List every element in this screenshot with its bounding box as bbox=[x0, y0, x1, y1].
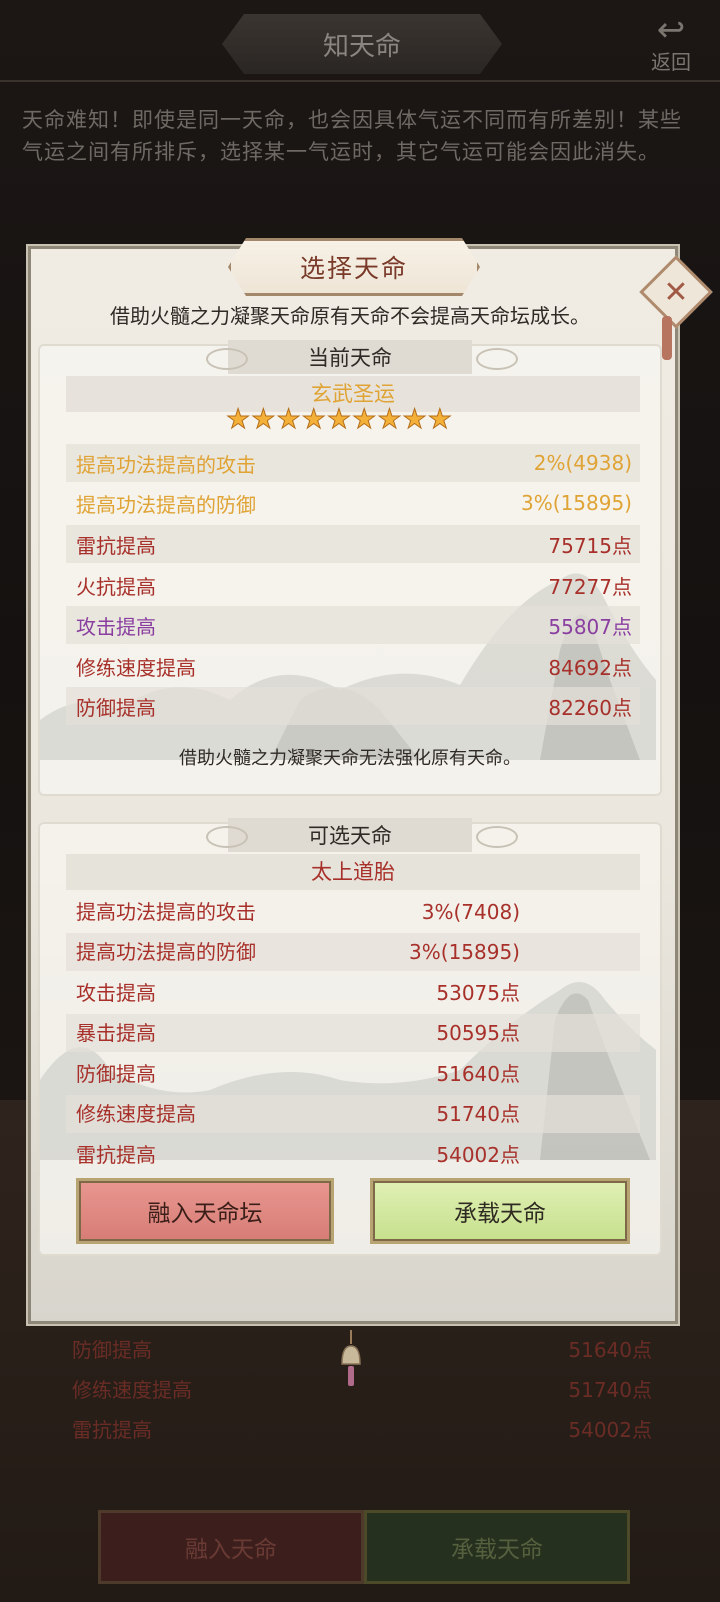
optional-stat-row: 提高功法提高的攻击 3%(7408) bbox=[66, 893, 640, 931]
star-rating: ★ ★ ★ ★ ★ ★ ★ ★ ★ bbox=[225, 404, 482, 435]
merge-into-altar-button[interactable]: 融入天命坛 bbox=[76, 1178, 334, 1244]
back-arrow-icon: ↩ bbox=[656, 10, 686, 50]
stat-label: 防御提高 bbox=[76, 695, 156, 720]
bell-ornament-icon bbox=[341, 1330, 361, 1386]
star-icon: ★ bbox=[402, 404, 427, 435]
optional-stat-row: 攻击提高 53075点 bbox=[66, 974, 640, 1012]
current-stat-row: 攻击提高 55807点 bbox=[66, 606, 640, 644]
stat-value: 51640点 bbox=[436, 1062, 520, 1086]
star-icon: ★ bbox=[352, 404, 377, 435]
star-icon: ★ bbox=[225, 404, 251, 435]
stat-value: 3%(15895) bbox=[409, 940, 520, 964]
stat-value: 2%(4938) bbox=[533, 451, 632, 475]
optional-stat-row: 提高功法提高的防御 3%(15895) bbox=[66, 933, 640, 971]
star-icon: ★ bbox=[326, 404, 352, 435]
stat-value: 3%(7408) bbox=[421, 900, 520, 924]
current-stat-row: 提高功法提高的攻击 2%(4938) bbox=[66, 444, 640, 482]
optional-stat-row: 修练速度提高 51740点 bbox=[66, 1095, 640, 1133]
stat-label: 攻击提高 bbox=[76, 981, 156, 1005]
current-fate-heading: 当前天命 bbox=[228, 340, 472, 374]
stat-label: 提高功法提高的攻击 bbox=[76, 900, 256, 924]
bg-list-label: 防御提高 bbox=[72, 1338, 152, 1362]
stat-value: 51740点 bbox=[436, 1102, 520, 1126]
optional-stat-row: 雷抗提高 54002点 bbox=[66, 1136, 640, 1174]
tassel-ornament bbox=[662, 316, 672, 360]
carry-fate-button[interactable]: 承载天命 bbox=[370, 1178, 630, 1244]
back-label: 返回 bbox=[651, 50, 691, 74]
intro-text: 天命难知！即使是同一天命，也会因具体气运不同而有所差别！某些气运之间有所排斥，选… bbox=[22, 108, 682, 164]
star-icon: ★ bbox=[276, 404, 301, 435]
stat-label: 暴击提高 bbox=[76, 1021, 156, 1045]
cloud-ornament-left bbox=[206, 348, 248, 370]
stat-value: 54002点 bbox=[436, 1143, 520, 1167]
current-stat-row: 防御提高 82260点 bbox=[66, 687, 640, 725]
stat-label: 雷抗提高 bbox=[76, 533, 156, 558]
stat-value: 50595点 bbox=[436, 1021, 520, 1045]
current-stat-row: 雷抗提高 75715点 bbox=[66, 525, 640, 563]
dialog-title: 选择天命 bbox=[228, 238, 480, 296]
stat-label: 雷抗提高 bbox=[76, 1143, 156, 1167]
star-icon: ★ bbox=[377, 404, 402, 435]
stat-value: 3%(15895) bbox=[521, 491, 632, 515]
stat-value: 82260点 bbox=[548, 695, 632, 720]
stat-label: 攻击提高 bbox=[76, 614, 156, 639]
current-stat-row: 提高功法提高的防御 3%(15895) bbox=[66, 484, 640, 522]
dialog-hint-middle: 借助火髓之力凝聚天命无法强化原有天命。 bbox=[179, 748, 521, 769]
bg-carry-button: 承载天命 bbox=[364, 1510, 630, 1584]
stat-label: 防御提高 bbox=[76, 1062, 156, 1086]
page-title: 知天命 bbox=[222, 14, 502, 74]
stat-label: 修练速度提高 bbox=[76, 1102, 196, 1126]
optional-stat-row: 防御提高 51640点 bbox=[66, 1055, 640, 1093]
cloud-ornament-left bbox=[206, 826, 248, 848]
star-icon: ★ bbox=[251, 404, 276, 435]
bg-list-item: 雷抗提高 54002点 bbox=[72, 1410, 652, 1450]
stat-value: 53075点 bbox=[436, 981, 520, 1005]
star-icon: ★ bbox=[301, 404, 326, 435]
bg-merge-button: 融入天命 bbox=[98, 1510, 364, 1584]
stat-value: 75715点 bbox=[548, 533, 632, 558]
bg-list-value: 51740点 bbox=[568, 1378, 652, 1402]
stat-label: 修练速度提高 bbox=[76, 655, 196, 680]
bg-list-value: 51640点 bbox=[568, 1338, 652, 1362]
stat-label: 提高功法提高的攻击 bbox=[76, 452, 256, 477]
stat-value: 84692点 bbox=[548, 655, 632, 680]
optional-stat-row: 暴击提高 50595点 bbox=[66, 1014, 640, 1052]
back-button[interactable]: ↩ 返回 bbox=[636, 8, 706, 78]
bg-list-label: 修练速度提高 bbox=[72, 1378, 192, 1402]
stat-label: 提高功法提高的防御 bbox=[76, 492, 256, 517]
cloud-ornament-right bbox=[476, 348, 518, 370]
stat-value: 55807点 bbox=[548, 614, 632, 639]
stat-value: 77277点 bbox=[548, 574, 632, 599]
bg-list-label: 雷抗提高 bbox=[72, 1418, 152, 1442]
cloud-ornament-right bbox=[476, 826, 518, 848]
optional-fate-name: 太上道胎 bbox=[66, 854, 640, 890]
bg-list-value: 54002点 bbox=[568, 1418, 652, 1442]
stat-label: 火抗提高 bbox=[76, 574, 156, 599]
current-stat-row: 火抗提高 77277点 bbox=[66, 566, 640, 604]
current-stat-row: 修练速度提高 84692点 bbox=[66, 647, 640, 685]
dialog-hint-top: 借助火髓之力凝聚天命原有天命不会提高天命坛成长。 bbox=[110, 304, 590, 328]
header-divider bbox=[0, 80, 720, 82]
star-icon: ★ bbox=[427, 404, 452, 435]
stat-label: 提高功法提高的防御 bbox=[76, 940, 256, 964]
optional-fate-heading: 可选天命 bbox=[228, 818, 472, 852]
